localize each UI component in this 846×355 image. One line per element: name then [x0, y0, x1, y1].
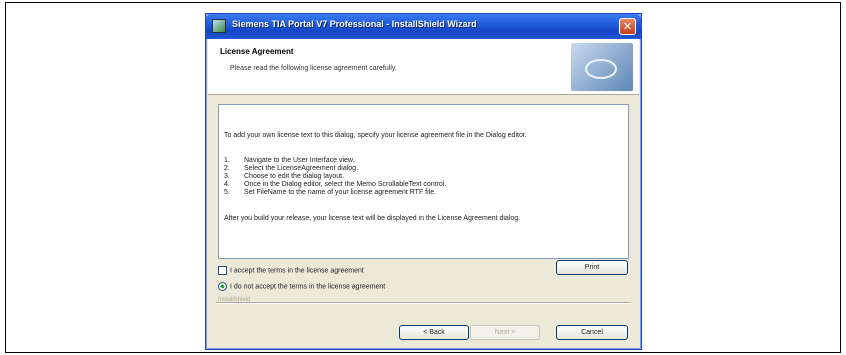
decline-label: I do not accept the terms in the license…: [230, 283, 386, 291]
license-text-box[interactable]: To add your own license text to this dia…: [218, 104, 629, 259]
cancel-button[interactable]: Cancel: [556, 325, 628, 340]
back-button[interactable]: < Back: [399, 325, 469, 340]
footer-separator: [216, 302, 631, 304]
installer-graphic-icon: [571, 43, 633, 91]
title-bar[interactable]: Siemens TIA Portal V7 Professional - Ins…: [206, 14, 641, 39]
list-item: 5. Set FileName to the name of your licen…: [224, 189, 437, 196]
list-item: 2. Select the LicenseAgreement dialog.: [224, 165, 359, 172]
installshield-wizard-window: Siemens TIA Portal V7 Professional - Ins…: [205, 13, 642, 350]
next-button[interactable]: Next >: [470, 325, 540, 340]
accept-option[interactable]: I accept the terms in the license agreem…: [218, 266, 364, 275]
list-item: 4. Once in the Dialog editor, select the …: [224, 181, 447, 188]
license-intro: To add your own license text to this dia…: [224, 132, 527, 139]
print-button[interactable]: Print: [556, 260, 628, 275]
page-title: License Agreement: [220, 47, 294, 56]
decline-radio[interactable]: [218, 282, 227, 291]
app-icon: [212, 19, 226, 33]
accept-label: I accept the terms in the license agreem…: [230, 267, 364, 275]
disk-icon: [585, 59, 617, 79]
list-item: 1. Navigate to the User Interface view.: [224, 157, 355, 164]
header-panel: License Agreement Please read the follow…: [208, 39, 639, 95]
page-subtitle: Please read the following license agreem…: [230, 65, 397, 72]
window-title: Siemens TIA Portal V7 Professional - Ins…: [232, 19, 477, 29]
list-item: 3. Choose to edit the dialog layout.: [224, 173, 345, 180]
license-outro: After you build your release, your licen…: [224, 215, 521, 222]
license-steps: 1. Navigate to the User Interface view. 2…: [224, 157, 619, 197]
close-button[interactable]: ✕: [619, 18, 636, 35]
decline-option[interactable]: I do not accept the terms in the license…: [218, 282, 385, 291]
accept-radio[interactable]: [218, 266, 227, 275]
